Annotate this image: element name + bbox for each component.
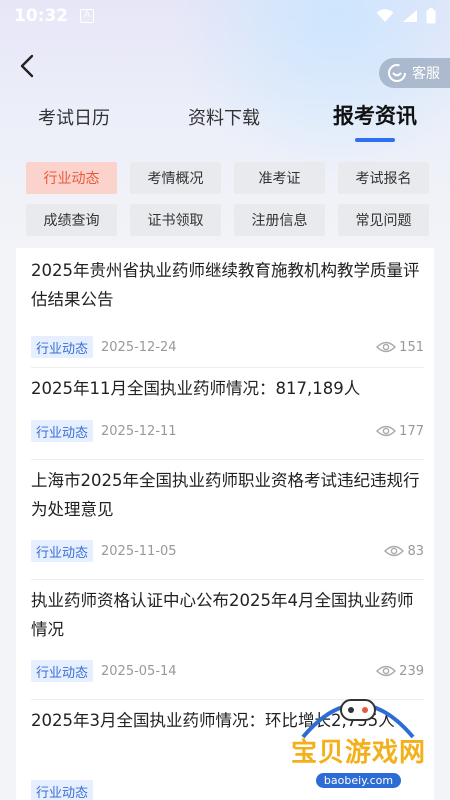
wifi-icon — [376, 9, 394, 22]
article-tag: 行业动态 — [31, 660, 94, 682]
filter-industry-news[interactable]: 行业动态 — [26, 162, 117, 194]
eye-icon — [376, 341, 397, 353]
filter-score-query[interactable]: 成绩查询 — [26, 204, 117, 236]
article-views: 177 — [376, 424, 424, 439]
article-meta: 行业动态 2025-11-05 83 — [31, 540, 424, 562]
article-item[interactable]: 2025年贵州省执业药师继续教育施教机构教学质量评估结果公告 行业动态 2025… — [31, 256, 424, 368]
article-tag: 行业动态 — [31, 336, 94, 358]
article-meta: 行业动态 2025-12-24 151 — [31, 336, 424, 358]
status-icons — [376, 8, 436, 24]
article-item[interactable]: 2025年11月全国执业药师情况：817,189人 行业动态 2025-12-1… — [31, 368, 424, 460]
customer-service-label: 客服 — [412, 66, 440, 82]
tab-active-indicator — [355, 138, 395, 142]
article-date: 2025-12-24 — [101, 339, 177, 355]
filter-registration[interactable]: 考试报名 — [338, 162, 429, 194]
article-title: 执业药师资格认证中心公布2025年4月全国执业药师情况 — [31, 591, 414, 639]
tab-downloads[interactable]: 资料下载 — [188, 104, 260, 130]
tab-exam-calendar[interactable]: 考试日历 — [38, 104, 110, 130]
category-filter-grid: 行业动态 考情概况 准考证 考试报名 成绩查询 证书领取 注册信息 常见问题 — [26, 162, 429, 236]
watermark-url: baobeiy.com — [315, 773, 402, 788]
eye-icon — [376, 665, 397, 677]
status-time: 10:32 — [14, 6, 69, 26]
article-tag: 行业动态 — [31, 780, 94, 800]
article-date: 2025-11-05 — [101, 543, 177, 559]
article-tag: 行业动态 — [31, 420, 94, 442]
filter-exam-overview[interactable]: 考情概况 — [130, 162, 221, 194]
status-bar: 10:32 A — [0, 0, 450, 32]
article-tag: 行业动态 — [31, 540, 94, 562]
eye-icon — [384, 545, 405, 557]
article-view-count: 151 — [399, 339, 424, 355]
battery-icon — [426, 8, 436, 24]
article-date: 2025-12-11 — [101, 423, 177, 439]
filter-admission-ticket[interactable]: 准考证 — [234, 162, 325, 194]
customer-service-button[interactable]: 客服 — [379, 58, 450, 88]
article-title: 上海市2025年全国执业药师职业资格考试违纪违规行为处理意见 — [31, 471, 420, 519]
signal-icon — [403, 10, 417, 22]
tab-exam-news[interactable]: 报考资讯 — [333, 100, 417, 130]
article-meta: 行业动态 2025-12-11 177 — [31, 420, 424, 442]
filter-faq[interactable]: 常见问题 — [338, 204, 429, 236]
article-views: 83 — [384, 544, 424, 559]
article-title: 2025年贵州省执业药师继续教育施教机构教学质量评估结果公告 — [31, 261, 420, 309]
article-view-count: 83 — [407, 543, 424, 559]
filter-certificate[interactable]: 证书领取 — [130, 204, 221, 236]
article-view-count: 239 — [399, 663, 424, 679]
back-arrow-icon[interactable] — [16, 52, 40, 80]
gamepad-icon — [301, 699, 415, 739]
eye-icon — [376, 425, 397, 437]
article-view-count: 177 — [399, 423, 424, 439]
article-views: 239 — [376, 664, 424, 679]
headset-smile-icon — [388, 64, 406, 82]
notification-icon: A — [80, 9, 95, 23]
top-nav: 客服 — [0, 44, 450, 88]
article-views: 151 — [376, 340, 424, 355]
article-title: 2025年11月全国执业药师情况：817,189人 — [31, 379, 361, 398]
watermark-logo: 宝贝游戏网 baobeiy.com — [291, 699, 426, 788]
article-meta: 行业动态 2025-05-14 239 — [31, 660, 424, 682]
article-item[interactable]: 上海市2025年全国执业药师职业资格考试违纪违规行为处理意见 行业动态 2025… — [31, 460, 424, 580]
filter-registration-info[interactable]: 注册信息 — [234, 204, 325, 236]
article-date: 2025-05-14 — [101, 663, 177, 679]
tab-bar: 考试日历 资料下载 报考资讯 — [0, 96, 450, 146]
